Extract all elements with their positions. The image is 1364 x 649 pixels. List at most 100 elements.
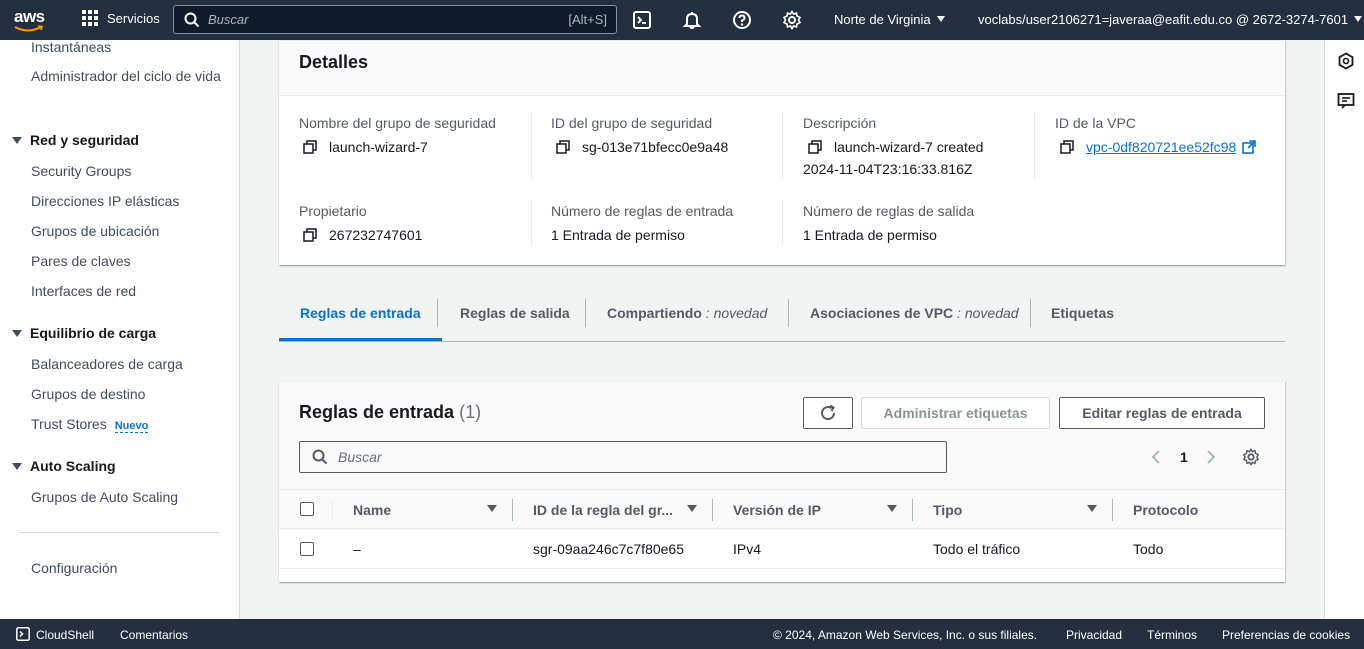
vpc-id-value: vpc-0df820721ee52fc98 [1060, 136, 1257, 158]
description-text-line2: 2024-11-04T23:16:33.816Z [803, 161, 973, 177]
column-header-name[interactable]: Name [353, 490, 391, 530]
sidebar-section-auto-scaling[interactable]: Auto Scaling [12, 458, 116, 474]
column-header-protocol[interactable]: Protocolo [1133, 490, 1198, 530]
page-number[interactable]: 1 [1180, 449, 1188, 465]
inbound-count-value: 1 Entrada de permiso [551, 227, 685, 243]
cell-type: Todo el tráfico [933, 541, 1021, 557]
sidebar-item-settings[interactable]: Configuración [31, 557, 117, 579]
gear-icon[interactable] [1242, 448, 1260, 466]
sidebar-item-snapshots[interactable]: Instantáneas [31, 36, 111, 58]
sidebar-item-network-interfaces[interactable]: Interfaces de red [31, 280, 136, 302]
rules-count: (1) [459, 402, 482, 422]
aws-logo[interactable]: aws [14, 8, 50, 34]
copy-icon[interactable] [303, 228, 317, 242]
column-header-type[interactable]: Tipo [933, 490, 962, 530]
copy-icon[interactable] [808, 140, 822, 154]
rules-search-input[interactable]: Buscar [299, 441, 947, 473]
cloudshell-icon[interactable] [16, 627, 30, 641]
sidebar-section-title: Auto Scaling [30, 458, 116, 474]
column-header-ip-version[interactable]: Versión de IP [733, 490, 821, 530]
account-menu[interactable]: voclabs/user2106271=javeraa@eafit.edu.co… [978, 12, 1363, 27]
cell-rule-id: sgr-09aa246c7c7f80e65 [533, 541, 685, 557]
sidebar-item-placement-groups[interactable]: Grupos de ubicación [31, 220, 159, 242]
caret-down-icon [12, 462, 22, 470]
sort-icon[interactable] [1087, 505, 1097, 512]
refresh-button[interactable] [803, 397, 853, 429]
vpc-id-link[interactable]: vpc-0df820721ee52fc98 [1086, 136, 1236, 158]
column-header-rule-id[interactable]: ID de la regla del gr... [533, 490, 673, 530]
sidebar-divider [19, 532, 219, 533]
tab-label: Etiquetas [1051, 305, 1115, 321]
help-icon[interactable] [732, 10, 752, 30]
feedback-icon[interactable] [1337, 92, 1355, 110]
footer-cloudshell-link[interactable]: CloudShell [36, 628, 94, 642]
sidebar-nav: Instantáneas Administrador del ciclo de … [0, 39, 240, 619]
sidebar-item-elastic-ips[interactable]: Direcciones IP elásticas [31, 190, 179, 212]
sg-id-value: sg-013e71bfecc0e9a48 [556, 136, 728, 158]
copy-icon[interactable] [1060, 140, 1074, 154]
tab-outbound-rules[interactable]: Reglas de salida [439, 291, 591, 341]
hexagon-icon[interactable] [1337, 52, 1355, 70]
sidebar-section-load-balancing[interactable]: Equilibrio de carga [12, 325, 156, 341]
select-all-checkbox[interactable] [300, 502, 314, 516]
sidebar-item-trust-stores[interactable]: Trust Stores Nuevo [31, 413, 149, 437]
copy-icon[interactable] [303, 140, 317, 154]
tab-vpc-associations[interactable]: Asociaciones de VPC : novedad [789, 291, 1040, 341]
search-placeholder: Buscar [338, 449, 382, 465]
manage-tags-button[interactable]: Administrar etiquetas [861, 397, 1050, 429]
new-badge: Nuevo [114, 420, 149, 433]
tab-label: Reglas de entrada [300, 305, 421, 321]
footer-terms-link[interactable]: Términos [1147, 628, 1197, 642]
footer-cookie-preferences-link[interactable]: Preferencias de cookies [1222, 628, 1350, 642]
sidebar-item-lifecycle-manager[interactable]: Administrador del ciclo de vida [31, 65, 221, 87]
sidebar-item-key-pairs[interactable]: Pares de claves [31, 250, 131, 272]
sg-id-text: sg-013e71bfecc0e9a48 [582, 139, 729, 155]
sidebar-item-auto-scaling-groups[interactable]: Grupos de Auto Scaling [31, 486, 178, 508]
external-link-icon[interactable] [1242, 140, 1257, 154]
cloudshell-icon[interactable] [632, 10, 652, 30]
global-search-input[interactable]: Buscar [Alt+S] [173, 5, 617, 34]
sort-icon[interactable] [687, 505, 697, 512]
chevron-down-icon [936, 16, 945, 22]
rules-title-text: Reglas de entrada [299, 402, 455, 422]
copy-icon[interactable] [556, 140, 570, 154]
chevron-down-icon [1354, 16, 1363, 22]
footer: CloudShell Comentarios © 2024, Amazon We… [0, 619, 1364, 649]
header-row-border [279, 528, 1285, 529]
chevron-left-icon[interactable] [1150, 449, 1162, 465]
chevron-right-icon[interactable] [1205, 449, 1217, 465]
description-label: Descripción [803, 115, 877, 131]
owner-text: 267232747601 [329, 227, 423, 243]
sort-icon[interactable] [487, 505, 497, 512]
description-text: launch-wizard-7 created [834, 139, 984, 155]
sidebar-item-label: Trust Stores [31, 416, 107, 432]
footer-copyright: © 2024, Amazon Web Services, Inc. o sus … [773, 628, 1038, 642]
gear-icon[interactable] [782, 10, 802, 30]
tab-suffix-separator: : [701, 305, 714, 321]
th-divider [332, 499, 333, 521]
sidebar-section-title: Red y seguridad [30, 132, 139, 148]
row-checkbox[interactable] [300, 542, 314, 556]
services-menu-button[interactable]: Servicios [82, 10, 160, 26]
field-divider [782, 111, 783, 179]
sidebar-item-security-groups[interactable]: Security Groups [31, 160, 131, 182]
tab-sharing[interactable]: Compartiendo : novedad [586, 291, 788, 341]
sort-icon[interactable] [887, 505, 897, 512]
bell-icon[interactable] [682, 10, 702, 30]
sidebar-item-target-groups[interactable]: Grupos de destino [31, 383, 145, 405]
tab-label: Asociaciones de VPC [810, 305, 954, 321]
footer-privacy-link[interactable]: Privacidad [1066, 628, 1122, 642]
sg-name-text: launch-wizard-7 [329, 139, 428, 155]
th-divider [712, 499, 713, 521]
tab-inbound-rules[interactable]: Reglas de entrada [279, 291, 442, 341]
field-divider [531, 199, 532, 245]
inbound-rules-panel: Reglas de entrada (1) Administrar etique… [279, 381, 1285, 582]
region-selector[interactable]: Norte de Virginia [834, 12, 945, 27]
tab-tags[interactable]: Etiquetas [1030, 291, 1135, 341]
sidebar-section-network-security[interactable]: Red y seguridad [12, 132, 139, 148]
th-divider [912, 499, 913, 521]
sidebar-item-load-balancers[interactable]: Balanceadores de carga [31, 353, 183, 375]
footer-feedback-link[interactable]: Comentarios [120, 628, 188, 642]
row-border [279, 568, 1285, 569]
edit-inbound-rules-button[interactable]: Editar reglas de entrada [1059, 397, 1265, 429]
